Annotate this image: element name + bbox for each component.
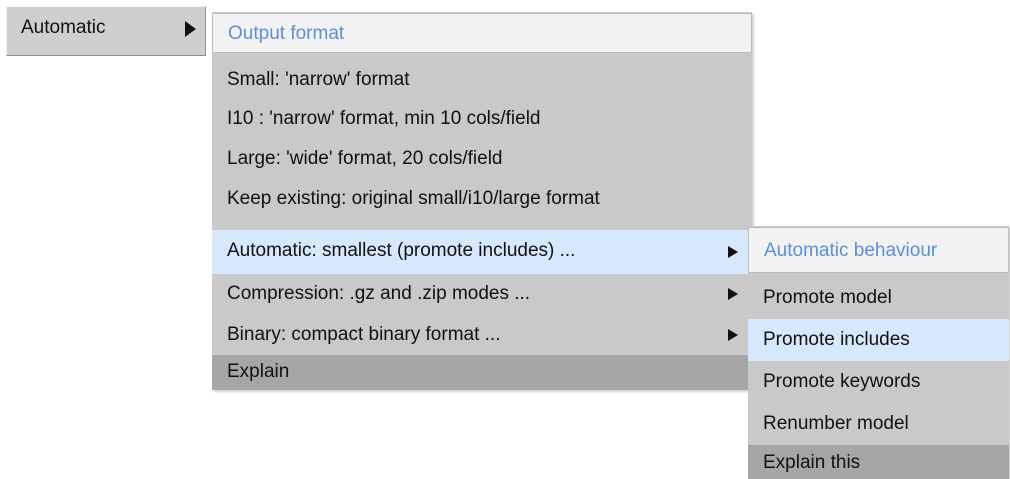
menu-item-label: Automatic: smallest (promote includes) .… — [227, 240, 576, 261]
automatic-menu-trigger[interactable]: Automatic — [6, 6, 206, 56]
menu-item-small[interactable]: Small: 'narrow' format — [212, 59, 752, 99]
submenu-item-promote-model[interactable]: Promote model — [748, 277, 1009, 319]
menu-item-keep-existing[interactable]: Keep existing: original small/i10/large … — [212, 179, 752, 219]
submenu-item-label: Promote model — [763, 287, 892, 308]
menu-item-automatic[interactable]: Automatic: smallest (promote includes) .… — [212, 230, 752, 274]
menu-item-binary[interactable]: Binary: compact binary format ... — [212, 315, 752, 355]
submenu-arrow-icon — [728, 288, 738, 300]
submenu-item-promote-includes[interactable]: Promote includes — [748, 319, 1009, 361]
submenu-item-renumber-model[interactable]: Renumber model — [748, 403, 1009, 445]
trigger-label: Automatic — [21, 17, 106, 38]
menu-item-label: Compression: .gz and .zip modes ... — [227, 283, 531, 304]
submenu-item-label: Renumber model — [763, 413, 909, 434]
menu-item-i10[interactable]: I10 : 'narrow' format, min 10 cols/field — [212, 99, 752, 139]
submenu-arrow-icon — [728, 246, 738, 258]
menu-item-label: Large: 'wide' format, 20 cols/field — [227, 148, 503, 169]
submenu-item-label: Explain this — [763, 452, 861, 473]
menu-item-label: Binary: compact binary format ... — [227, 324, 501, 345]
submenu-header: Automatic behaviour — [748, 227, 1009, 273]
submenu-item-explain-this[interactable]: Explain this — [748, 445, 1009, 479]
output-format-menu: Output format Small: 'narrow' format I10… — [212, 12, 752, 390]
menu-item-label: Explain — [227, 361, 290, 382]
menu-item-label: I10 : 'narrow' format, min 10 cols/field — [227, 108, 541, 129]
submenu-arrow-icon — [185, 21, 196, 37]
submenu-item-label: Promote keywords — [763, 371, 921, 392]
menu-item-large[interactable]: Large: 'wide' format, 20 cols/field — [212, 139, 752, 179]
automatic-behaviour-submenu: Automatic behaviour Promote model Promot… — [748, 226, 1009, 479]
menu-item-compression[interactable]: Compression: .gz and .zip modes ... — [212, 274, 752, 314]
menu-header: Output format — [212, 13, 752, 53]
submenu-item-promote-keywords[interactable]: Promote keywords — [748, 361, 1009, 403]
menu-item-label: Small: 'narrow' format — [227, 69, 410, 90]
screen: Automatic Output format Small: 'narrow' … — [0, 0, 1010, 479]
menu-item-explain[interactable]: Explain — [212, 355, 752, 390]
submenu-arrow-icon — [728, 329, 738, 341]
menu-item-label: Keep existing: original small/i10/large … — [227, 188, 600, 209]
menu-header-label: Output format — [228, 23, 345, 44]
submenu-item-label: Promote includes — [763, 329, 910, 350]
submenu-header-label: Automatic behaviour — [764, 240, 938, 261]
